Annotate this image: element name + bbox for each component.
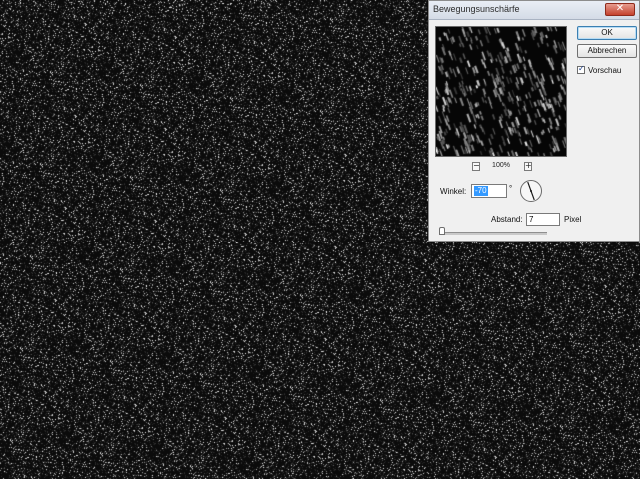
distance-slider-track[interactable]	[441, 232, 547, 235]
plus-icon: +	[525, 161, 532, 170]
angle-value: -70	[474, 186, 488, 196]
preview-image	[436, 27, 566, 156]
close-button[interactable]: ✕	[605, 3, 635, 16]
angle-input[interactable]: -70	[471, 184, 507, 198]
cancel-button[interactable]: Abbrechen	[577, 44, 637, 58]
minus-icon: −	[473, 161, 480, 170]
angle-label: Winkel:	[440, 187, 467, 196]
dialog-title: Bewegungsunschärfe	[433, 4, 520, 14]
preview-checkbox[interactable]: ✓	[577, 64, 585, 74]
zoom-in-button[interactable]: +	[524, 161, 532, 171]
motion-blur-dialog: Bewegungsunschärfe ✕ − 100% + OK Abbrech…	[428, 0, 640, 242]
distance-label: Abstand:	[491, 215, 523, 224]
degree-unit: °	[509, 184, 513, 193]
distance-unit: Pixel	[564, 215, 582, 224]
preview-checkbox-label[interactable]: Vorschau	[588, 66, 621, 75]
ok-button[interactable]: OK	[577, 26, 637, 40]
zoom-level: 100%	[492, 162, 510, 169]
angle-dial[interactable]	[519, 178, 543, 204]
close-icon: ✕	[615, 3, 625, 14]
distance-slider-thumb[interactable]	[439, 227, 445, 235]
checkmark-icon: ✓	[578, 64, 585, 73]
distance-input[interactable]: 7	[526, 213, 560, 226]
dialog-titlebar[interactable]: Bewegungsunschärfe ✕	[429, 1, 639, 20]
zoom-out-button[interactable]: −	[472, 161, 480, 171]
preview-pane[interactable]	[435, 26, 567, 157]
